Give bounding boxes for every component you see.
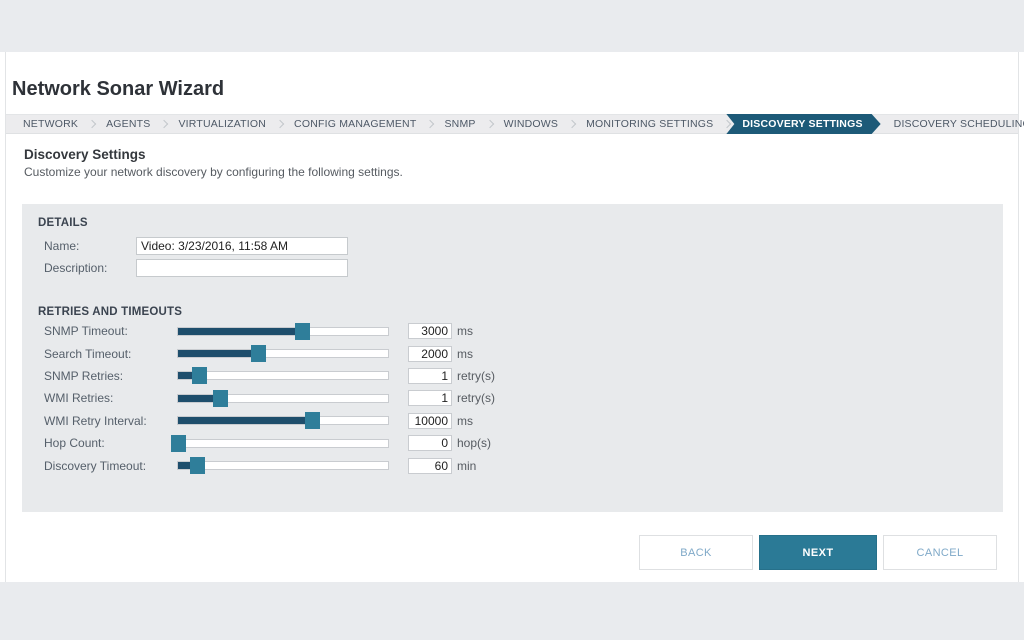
slider-rows: SNMP Timeout: ms Search Timeout: ms SNMP Ret… — [38, 320, 1003, 477]
slider-label: WMI Retries: — [38, 391, 177, 405]
slider-value-input[interactable] — [408, 390, 452, 406]
name-input[interactable] — [136, 237, 348, 255]
slider-unit-label: hop(s) — [457, 436, 491, 450]
breadcrumb-step-snmp[interactable]: SNMP — [433, 115, 486, 133]
slider-track[interactable] — [177, 371, 389, 380]
chevron-right-icon — [723, 120, 731, 128]
cancel-button[interactable]: CANCEL — [883, 535, 997, 570]
slider-row: Discovery Timeout: min — [38, 454, 1003, 476]
wizard-buttons: BACK NEXT CANCEL — [639, 535, 997, 570]
slider-fill — [178, 417, 312, 424]
slider-track[interactable] — [177, 349, 389, 358]
next-button[interactable]: NEXT — [759, 535, 877, 570]
slider-thumb[interactable] — [251, 345, 266, 362]
slider-unit-label: min — [457, 459, 476, 473]
slider-label: WMI Retry Interval: — [38, 414, 177, 428]
breadcrumb-step-discovery-settings[interactable]: DISCOVERY SETTINGS — [726, 114, 880, 134]
slider-unit-label: retry(s) — [457, 391, 495, 405]
slider-unit-label: retry(s) — [457, 369, 495, 383]
slider-thumb[interactable] — [192, 367, 207, 384]
slider-row: SNMP Timeout: ms — [38, 320, 1003, 342]
breadcrumb-step-discovery-scheduling[interactable]: DISCOVERY SCHEDULING — [883, 115, 1024, 133]
slider-thumb[interactable] — [305, 412, 320, 429]
slider-track[interactable] — [177, 394, 389, 403]
slider-label: SNMP Timeout: — [38, 324, 177, 338]
breadcrumb-step-windows[interactable]: WINDOWS — [493, 115, 569, 133]
slider-unit-label: ms — [457, 324, 473, 338]
slider-row: SNMP Retries: retry(s) — [38, 365, 1003, 387]
details-header: DETAILS — [38, 217, 1003, 230]
breadcrumb-step-virtualization[interactable]: VIRTUALIZATION — [167, 115, 277, 133]
slider-track[interactable] — [177, 327, 389, 336]
slider-value-input[interactable] — [408, 413, 452, 429]
name-field-row: Name: — [38, 235, 1003, 257]
slider-value-input[interactable] — [408, 435, 452, 451]
breadcrumb-step-agents[interactable]: AGENTS — [95, 115, 161, 133]
retries-header: RETRIES AND TIMEOUTS — [38, 306, 1003, 319]
slider-fill — [178, 328, 302, 335]
slider-row: WMI Retry Interval: ms — [38, 410, 1003, 432]
page-title: Network Sonar Wizard — [6, 52, 1018, 100]
slider-unit-label: ms — [457, 414, 473, 428]
section-heading: Discovery Settings — [24, 147, 1018, 162]
back-button[interactable]: BACK — [639, 535, 753, 570]
slider-thumb[interactable] — [171, 435, 186, 452]
top-band — [0, 0, 1024, 52]
slider-label: Discovery Timeout: — [38, 459, 177, 473]
breadcrumb-step-monitoring-settings[interactable]: MONITORING SETTINGS — [575, 115, 724, 133]
slider-thumb[interactable] — [213, 390, 228, 407]
description-input[interactable] — [136, 259, 348, 277]
slider-track[interactable] — [177, 461, 389, 470]
slider-track[interactable] — [177, 439, 389, 448]
slider-row: WMI Retries: retry(s) — [38, 387, 1003, 409]
slider-label: SNMP Retries: — [38, 369, 177, 383]
description-label: Description: — [38, 261, 136, 275]
bottom-band — [0, 582, 1024, 640]
slider-row: Search Timeout: ms — [38, 342, 1003, 364]
breadcrumb-step-network[interactable]: NETWORK — [12, 115, 89, 133]
slider-track[interactable] — [177, 416, 389, 425]
slider-value-input[interactable] — [408, 323, 452, 339]
section-subtitle: Customize your network discovery by conf… — [24, 165, 1018, 180]
slider-value-input[interactable] — [408, 368, 452, 384]
slider-fill — [178, 350, 258, 357]
wizard-page: Network Sonar Wizard NETWORK AGENTS VIRTUA… — [5, 52, 1019, 582]
breadcrumb: NETWORK AGENTS VIRTUALIZATION CONFIG MANAGE… — [6, 114, 1018, 134]
breadcrumb-step-config-management[interactable]: CONFIG MANAGEMENT — [283, 115, 427, 133]
slider-value-input[interactable] — [408, 346, 452, 362]
slider-thumb[interactable] — [190, 457, 205, 474]
settings-panel: DETAILS Name: Description: RETRIES AND T… — [22, 204, 1003, 512]
slider-row: Hop Count: hop(s) — [38, 432, 1003, 454]
name-label: Name: — [38, 239, 136, 253]
slider-value-input[interactable] — [408, 458, 452, 474]
slider-label: Search Timeout: — [38, 347, 177, 361]
description-field-row: Description: — [38, 257, 1003, 279]
slider-unit-label: ms — [457, 347, 473, 361]
slider-thumb[interactable] — [295, 323, 310, 340]
slider-label: Hop Count: — [38, 436, 177, 450]
